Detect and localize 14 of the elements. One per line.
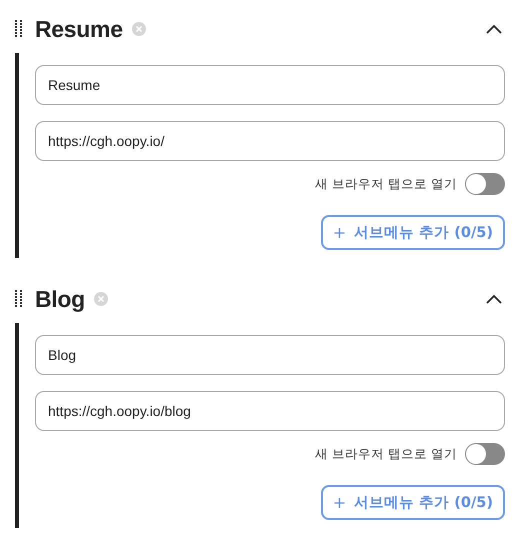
menu-title: Resume (35, 16, 123, 42)
new-tab-label: 새 브라우저 탭으로 열기 (315, 446, 457, 462)
new-tab-toggle[interactable] (465, 443, 505, 465)
chevron-icon[interactable] (485, 293, 503, 305)
new-tab-toggle[interactable] (465, 173, 505, 195)
new-tab-label: 새 브라우저 탭으로 열기 (315, 176, 457, 192)
menu-title: Blog (35, 286, 85, 312)
name-field[interactable]: Resume (35, 65, 505, 105)
name-field[interactable]: Blog (35, 335, 505, 375)
drag-handle-icon[interactable] (14, 290, 24, 308)
url-field[interactable]: https://cgh.oopy.io/ (35, 121, 505, 161)
chevron-icon[interactable] (485, 23, 503, 35)
drag-handle-icon[interactable] (14, 20, 24, 38)
url-field[interactable]: https://cgh.oopy.io/blog (35, 391, 505, 431)
